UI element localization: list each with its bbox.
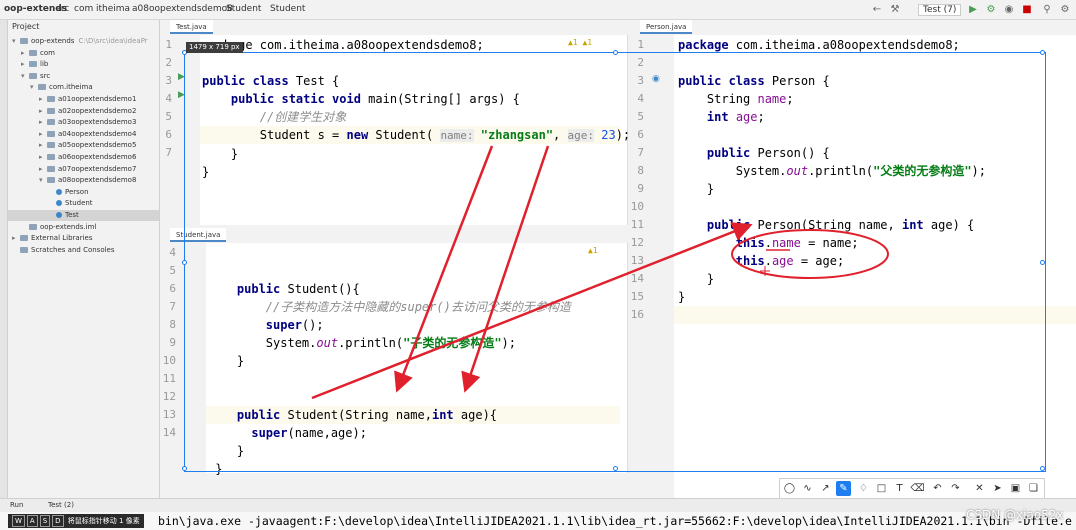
freehand-tool-icon[interactable]: ∿ [800,481,815,496]
keyboard-hint-text: 将鼠标指针移动 1 像素 [67,517,140,525]
bottom-tool-bar: Run Test (2) [0,498,1076,512]
text-tool-icon[interactable]: T [892,481,907,496]
key-s: S [39,515,51,527]
redo-icon[interactable]: ↷ [948,481,963,496]
eraser-tool-icon[interactable]: ⌫ [910,481,925,496]
save-icon[interactable]: ▣ [1008,481,1023,496]
watermark: CSDN @xiao52x [966,508,1064,522]
console-output: bin\java.exe -javaagent:F:\develop\idea\… [0,512,1076,530]
size-badge: 1479 x 719 px [186,42,243,53]
rectangle-tool-icon[interactable]: □ [874,481,889,496]
console-line: bin\java.exe -javaagent:F:\develop\idea\… [158,514,1072,528]
annotation-ellipse [731,229,889,279]
key-w: W [12,515,25,527]
keyboard-hint: WASD 将鼠标指针移动 1 像素 [8,514,144,528]
copy-icon[interactable]: ❏ [1026,481,1041,496]
run-tab[interactable]: Run [10,501,23,509]
annotation-drawing [311,145,889,400]
cancel-icon[interactable]: ✕ [972,481,987,496]
key-d: D [52,515,64,527]
run-test-tab[interactable]: Test (2) [48,501,74,509]
fill-tool-icon[interactable]: ♢ [856,481,871,496]
ellipse-tool-icon[interactable]: ◯ [782,481,797,496]
annotation-arrow-super [311,222,753,400]
pen-tool-icon[interactable]: ✎ [836,481,851,496]
key-a: A [26,515,38,527]
undo-icon[interactable]: ↶ [930,481,945,496]
arrow-tool-icon[interactable]: ↗ [818,481,833,496]
pin-icon[interactable]: ➤ [990,481,1005,496]
